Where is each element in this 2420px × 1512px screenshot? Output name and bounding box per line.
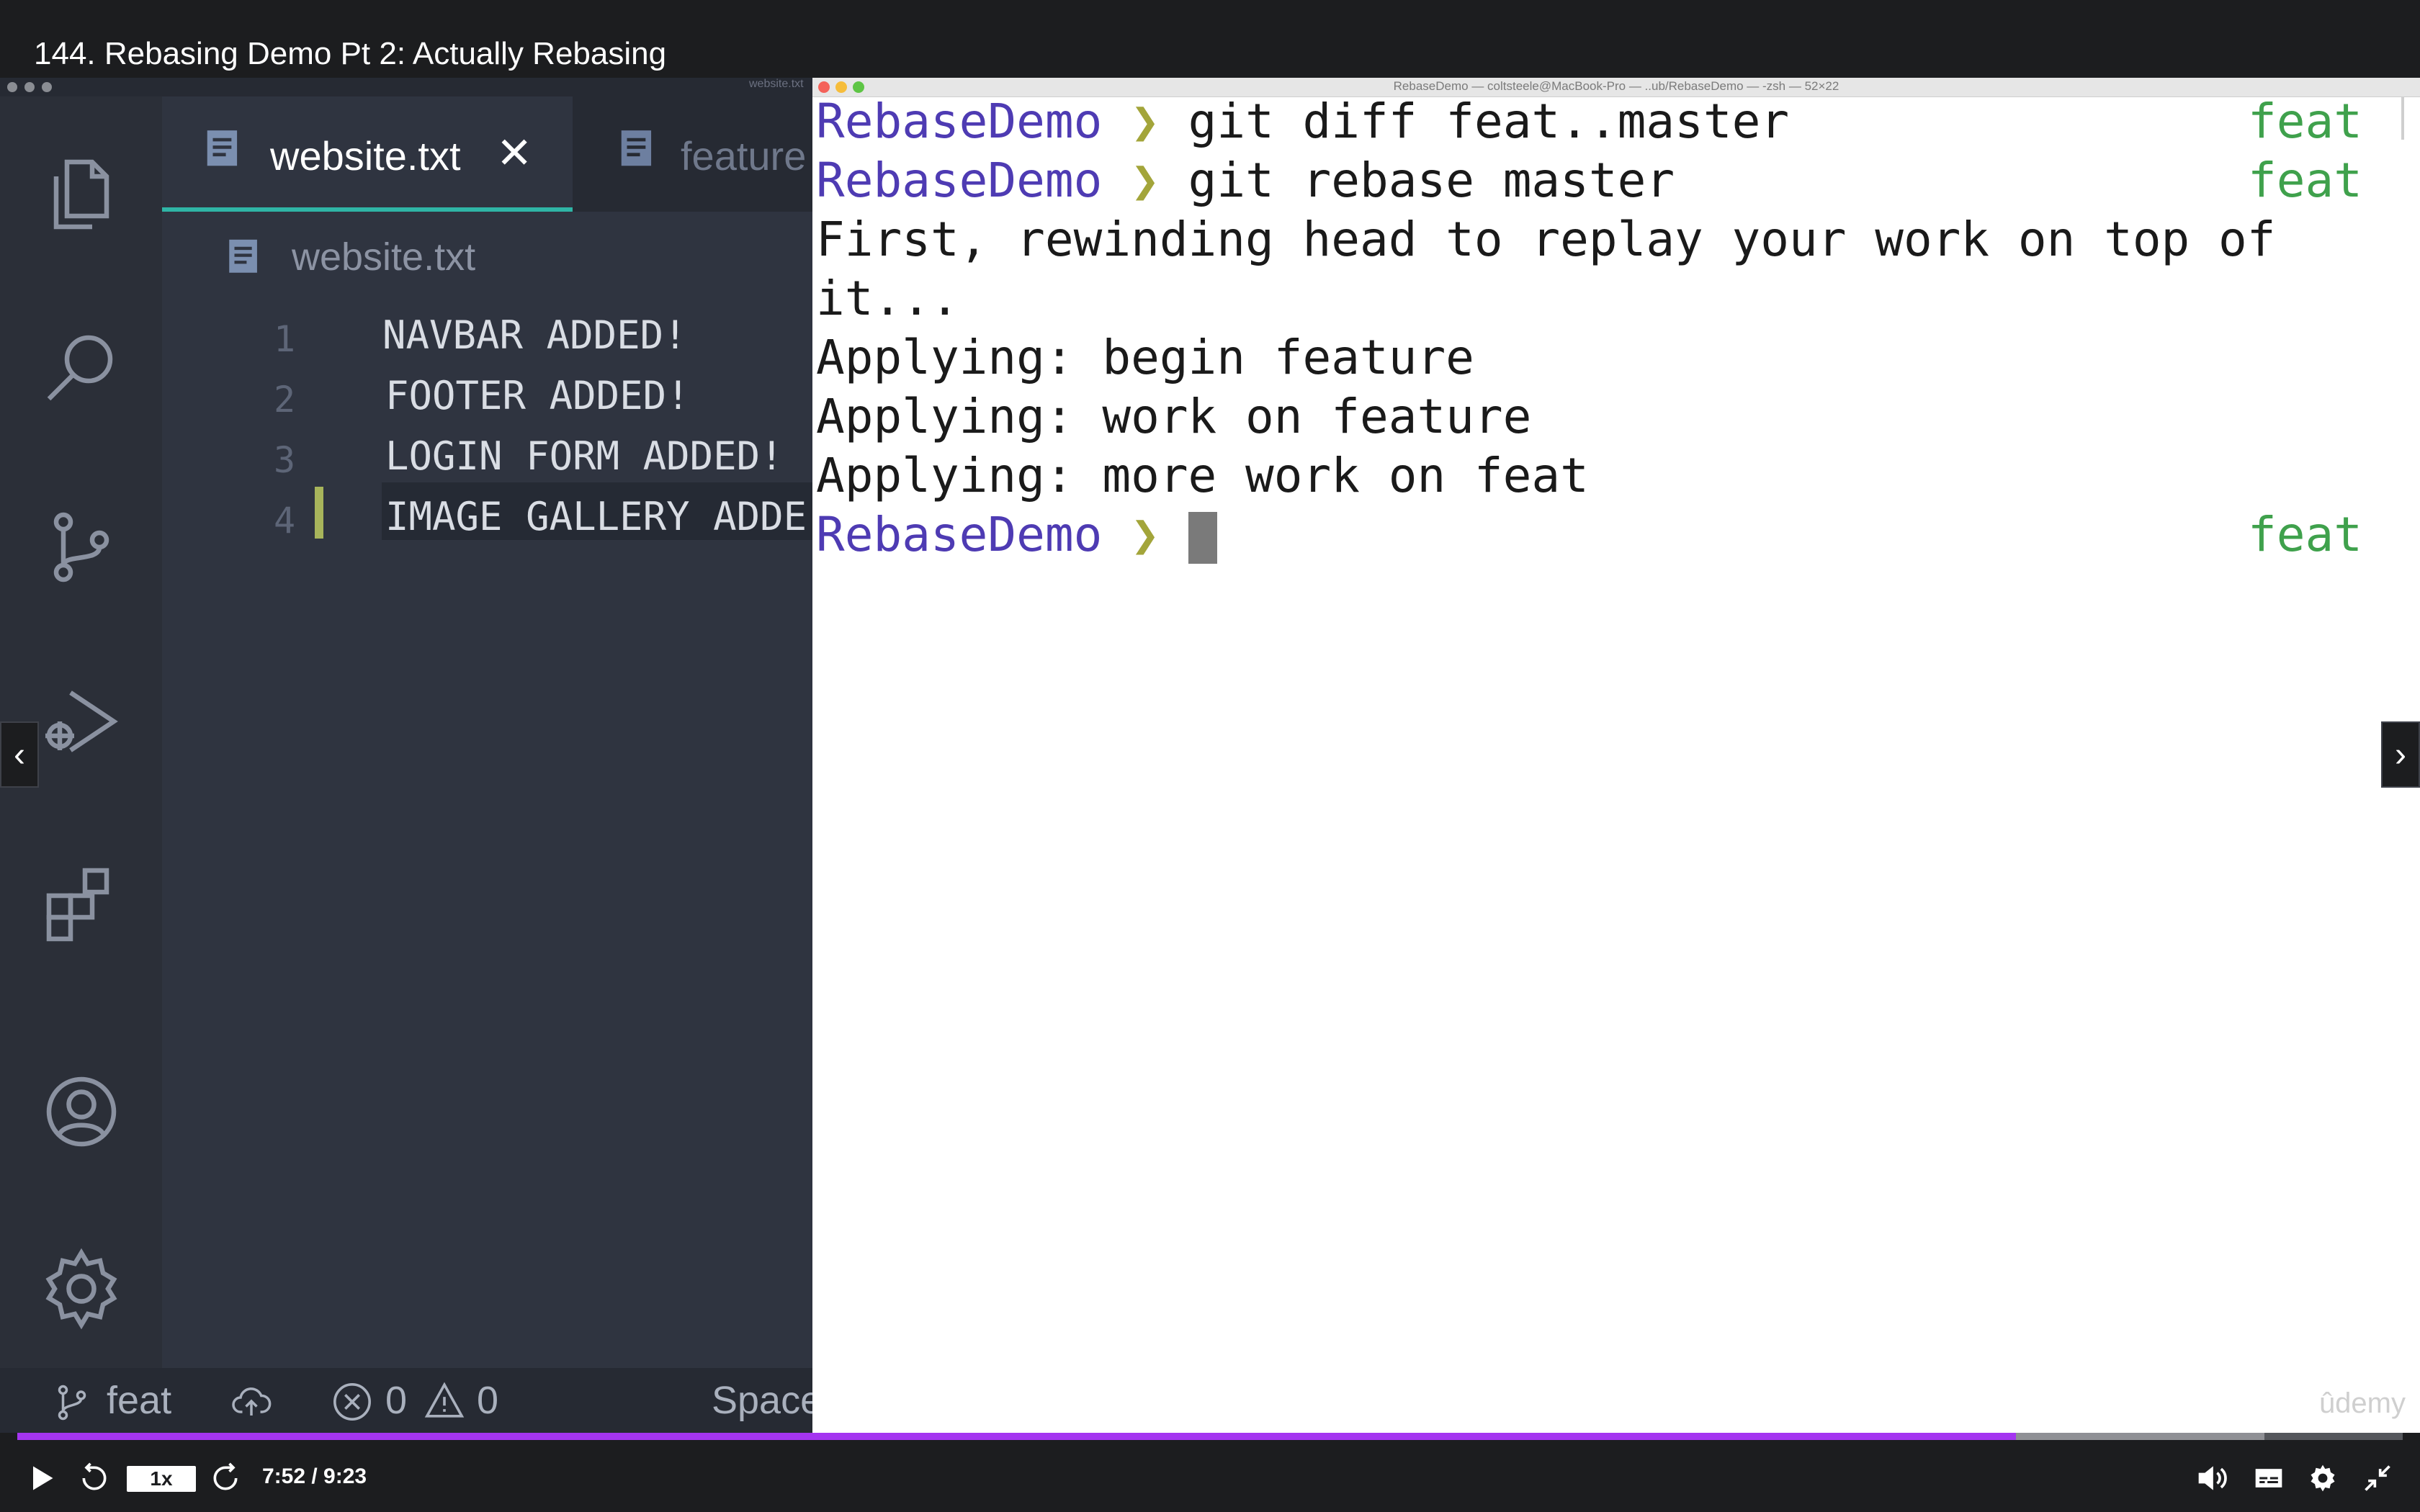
breadcrumb[interactable]: website.txt bbox=[292, 235, 475, 279]
git-branch-icon bbox=[58, 1385, 86, 1421]
tab-label: feature bbox=[681, 133, 807, 179]
chevron-left-icon: ‹ bbox=[14, 735, 25, 774]
terminal-command: git rebase master bbox=[1188, 153, 1675, 208]
terminal-output: Applying: more work on feat bbox=[816, 448, 1589, 503]
file-lines-icon bbox=[621, 130, 652, 166]
indentation-status[interactable]: Space bbox=[712, 1378, 822, 1423]
terminal-output: Applying: begin feature bbox=[816, 330, 1474, 385]
prompt-directory: RebaseDemo bbox=[816, 153, 1103, 208]
exit-fullscreen-icon bbox=[2365, 1465, 2390, 1491]
tab-feature[interactable]: feature bbox=[573, 96, 812, 212]
git-modified-gutter-marker bbox=[315, 487, 323, 539]
terminal-output: it... bbox=[816, 271, 959, 326]
window-zoom-dot bbox=[42, 82, 52, 92]
file-lines-icon bbox=[229, 239, 257, 273]
prompt-arrow: ❯ bbox=[1131, 507, 1160, 562]
terminal-cursor bbox=[1188, 511, 1217, 564]
tab-label: website.txt bbox=[270, 133, 461, 179]
terminal-output: Applying: work on feature bbox=[816, 389, 1532, 444]
line-number: 2 bbox=[273, 379, 296, 420]
captions-button[interactable] bbox=[2250, 1460, 2287, 1496]
prompt-branch: feat bbox=[2248, 507, 2362, 562]
play-button[interactable] bbox=[23, 1460, 59, 1496]
account-icon[interactable] bbox=[0, 1054, 162, 1169]
window-close-dot bbox=[7, 82, 17, 92]
window-minimize-dot bbox=[24, 82, 35, 92]
prompt-branch: feat bbox=[2248, 94, 2362, 149]
files-icon[interactable] bbox=[0, 137, 162, 252]
close-icon[interactable]: ✕ bbox=[496, 128, 532, 179]
video-title: 144. Rebasing Demo Pt 2: Actually Rebasi… bbox=[34, 36, 667, 71]
gear-icon bbox=[2311, 1464, 2335, 1492]
video-progress-bar[interactable] bbox=[17, 1433, 2403, 1440]
exit-fullscreen-button[interactable] bbox=[2360, 1460, 2396, 1496]
search-icon[interactable] bbox=[0, 312, 162, 428]
terminal-output: First, rewinding head to replay your wor… bbox=[816, 212, 2276, 267]
code-line[interactable]: FOOTER ADDED! bbox=[385, 373, 690, 418]
code-line[interactable]: NAVBAR ADDED! bbox=[382, 312, 687, 358]
line-number: 4 bbox=[273, 500, 296, 541]
line-number: 3 bbox=[273, 439, 296, 481]
terminal-window[interactable]: RebaseDemo — coltsteele@MacBook-Pro — ..… bbox=[812, 78, 2420, 1433]
udemy-watermark: ûdemy bbox=[2318, 1387, 2406, 1419]
chevron-right-icon: › bbox=[2395, 735, 2406, 774]
settings-button[interactable] bbox=[2305, 1460, 2341, 1496]
code-line[interactable]: IMAGE GALLERY ADDE bbox=[385, 494, 807, 539]
video-frame[interactable]: website.txt website.txt ✕ feature websit… bbox=[0, 78, 2420, 1433]
previous-lecture-button[interactable]: ‹ bbox=[0, 721, 39, 788]
terminal-command: git diff feat..master bbox=[1188, 94, 1790, 149]
playback-speed-button[interactable]: 1x bbox=[127, 1466, 196, 1492]
prompt-directory: RebaseDemo bbox=[816, 94, 1103, 149]
terminal-current-prompt[interactable]: RebaseDemo ❯ bbox=[816, 505, 1217, 564]
forward-icon bbox=[213, 1462, 238, 1490]
settings-gear-icon[interactable] bbox=[0, 1231, 162, 1346]
volume-icon bbox=[2198, 1466, 2227, 1490]
vscode-window-title: website.txt bbox=[749, 78, 804, 90]
video-controls: 1x 7:52 / 9:23 bbox=[0, 1440, 2420, 1512]
prompt-branch: feat bbox=[2248, 153, 2362, 208]
terminal-title: RebaseDemo — coltsteele@MacBook-Pro — ..… bbox=[1393, 79, 1839, 93]
captions-icon bbox=[2255, 1469, 2282, 1488]
branch-name[interactable]: feat bbox=[107, 1378, 171, 1423]
video-time: 7:52 / 9:23 bbox=[262, 1464, 367, 1488]
file-lines-icon bbox=[207, 130, 238, 166]
extensions-icon[interactable] bbox=[0, 845, 162, 960]
rewind-button[interactable] bbox=[76, 1460, 112, 1496]
editor-area: website.txt ✕ feature website.txt 1 NAVB… bbox=[162, 96, 812, 1368]
played-progress bbox=[17, 1433, 2017, 1440]
terminal-line: RebaseDemo ❯ git rebase master bbox=[816, 151, 1675, 210]
prompt-directory: RebaseDemo bbox=[816, 507, 1103, 562]
warning-count: 0 bbox=[477, 1379, 499, 1422]
source-control-icon[interactable] bbox=[0, 490, 162, 605]
cloud-upload-icon[interactable] bbox=[228, 1380, 275, 1423]
terminal-scroll-indicator bbox=[2401, 96, 2404, 140]
line-number: 1 bbox=[273, 318, 296, 360]
prompt-arrow: ❯ bbox=[1131, 94, 1160, 149]
prompt-arrow: ❯ bbox=[1131, 153, 1160, 208]
tab-website-txt[interactable]: website.txt ✕ bbox=[162, 96, 573, 212]
play-icon bbox=[33, 1466, 53, 1490]
error-icon[interactable] bbox=[331, 1381, 373, 1423]
terminal-line: RebaseDemo ❯ git diff feat..master bbox=[816, 92, 1789, 151]
next-lecture-button[interactable]: › bbox=[2381, 721, 2420, 788]
code-line[interactable]: LOGIN FORM ADDED! bbox=[385, 433, 784, 479]
video-title-bar: 144. Rebasing Demo Pt 2: Actually Rebasi… bbox=[0, 0, 2420, 78]
rewind-icon bbox=[82, 1462, 107, 1490]
editor-tab-bar: website.txt ✕ feature bbox=[162, 96, 812, 212]
volume-button[interactable] bbox=[2194, 1460, 2230, 1496]
status-bar: feat 0 0 Space bbox=[0, 1368, 822, 1433]
error-count: 0 bbox=[385, 1379, 408, 1422]
warning-icon[interactable] bbox=[424, 1380, 465, 1421]
forward-button[interactable] bbox=[207, 1460, 243, 1496]
